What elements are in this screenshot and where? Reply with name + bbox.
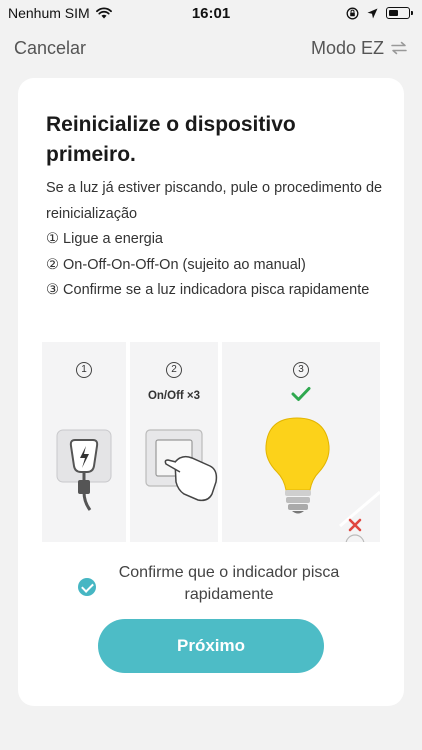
reset-illustration: 1 2 On/Off ×3 3 <box>42 342 380 542</box>
light-switch-icon <box>145 429 218 502</box>
status-bar: Nenhum SIM 16:01 <box>0 0 422 26</box>
instruction-skip-note: Se a luz já estiver piscando, pule o pro… <box>46 180 383 222</box>
close-icon <box>348 518 362 532</box>
mode-ez-button[interactable]: Modo EZ <box>311 38 408 59</box>
location-icon <box>367 8 378 18</box>
next-button[interactable]: Próximo <box>98 619 324 673</box>
confirm-indicator-row[interactable]: Confirme que o indicador pisca rapidamen… <box>78 562 368 606</box>
swap-icon <box>391 41 407 55</box>
illustration-step-2: 2 On/Off ×3 <box>130 342 218 542</box>
light-bulb-icon <box>265 417 380 542</box>
page-title: Reinicialize o dispositivo primeiro. <box>46 113 296 166</box>
status-left: Nenhum SIM <box>8 5 112 21</box>
illustration-step-3: 3 <box>222 342 380 542</box>
instruction-step-1: ① Ligue a energia <box>46 231 163 247</box>
status-right <box>346 7 413 20</box>
instruction-step-3: ③ Confirme se a luz indicadora pisca rap… <box>46 282 370 298</box>
instructions: Se a luz já estiver piscando, pule o pro… <box>46 176 386 304</box>
cancel-button[interactable]: Cancelar <box>14 38 86 59</box>
nav-bar: Cancelar Modo EZ <box>0 30 422 66</box>
wifi-icon <box>95 7 112 19</box>
instruction-step-2: ② On-Off-On-Off-On (sujeito ao manual) <box>46 256 306 273</box>
carrier-label: Nenhum SIM <box>8 5 90 21</box>
lock-rotation-icon <box>346 7 359 19</box>
reset-instructions-card: Reinicialize o dispositivo primeiro. Se … <box>18 78 404 706</box>
confirm-checkbox[interactable] <box>78 578 96 596</box>
illustration-step-1: 1 <box>42 342 126 542</box>
power-plug-icon <box>56 429 112 511</box>
mode-ez-label: Modo EZ <box>310 37 384 58</box>
battery-icon <box>386 7 413 19</box>
confirm-label: Confirme que o indicador pisca rapidamen… <box>118 564 340 603</box>
